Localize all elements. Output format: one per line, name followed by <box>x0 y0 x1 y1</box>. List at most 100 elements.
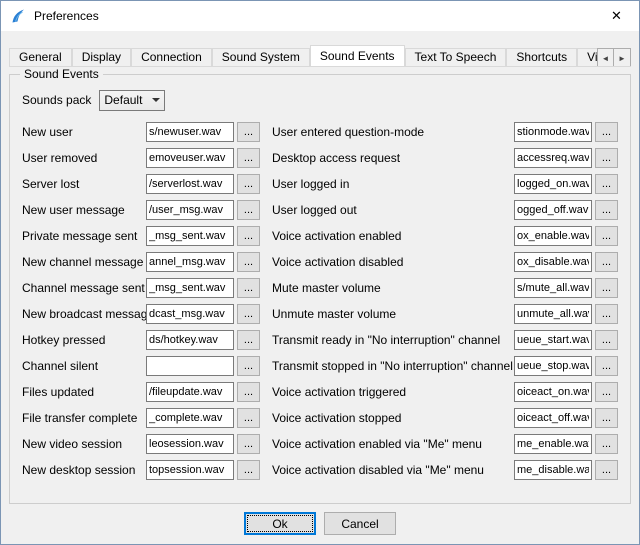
sound-file-input[interactable] <box>146 252 234 272</box>
sound-file-input[interactable] <box>146 226 234 246</box>
browse-button[interactable]: ... <box>237 434 260 454</box>
row-user-removed: User removed ... <box>22 145 260 171</box>
sound-events-columns: New user ... User removed ... Server los… <box>22 119 618 483</box>
browse-button[interactable]: ... <box>237 460 260 480</box>
sound-file-input[interactable] <box>146 278 234 298</box>
row-question-mode: User entered question-mode ... <box>272 119 618 145</box>
sound-file-input[interactable] <box>146 434 234 454</box>
tab-scroll-control: ◄ ► <box>597 48 631 67</box>
sound-file-input[interactable] <box>514 460 592 480</box>
tab-sound-events[interactable]: Sound Events <box>310 45 405 67</box>
event-label: User logged in <box>272 177 514 191</box>
browse-button[interactable]: ... <box>595 174 618 194</box>
sound-file-input[interactable] <box>146 304 234 324</box>
sound-file-input[interactable] <box>514 226 592 246</box>
row-server-lost: Server lost ... <box>22 171 260 197</box>
browse-button[interactable]: ... <box>237 278 260 298</box>
browse-button[interactable]: ... <box>595 304 618 324</box>
event-label: New user <box>22 125 146 139</box>
sound-file-input[interactable] <box>146 356 234 376</box>
tab-scroll-right-icon[interactable]: ► <box>614 48 631 67</box>
tab-strip: GeneralDisplayConnectionSound SystemSoun… <box>9 45 631 67</box>
row-new-user: New user ... <box>22 119 260 145</box>
row-mute-master-volume: Mute master volume ... <box>272 275 618 301</box>
tab-connection[interactable]: Connection <box>131 48 212 67</box>
row-new-desktop-session: New desktop session ... <box>22 457 260 483</box>
preferences-window: Preferences ✕ GeneralDisplayConnectionSo… <box>0 0 640 545</box>
event-label: Transmit stopped in "No interruption" ch… <box>272 359 514 373</box>
browse-button[interactable]: ... <box>237 356 260 376</box>
event-label: Voice activation enabled <box>272 229 514 243</box>
browse-button[interactable]: ... <box>237 148 260 168</box>
cancel-button[interactable]: Cancel <box>324 512 396 535</box>
row-new-broadcast-message: New broadcast message ... <box>22 301 260 327</box>
row-new-user-message: New user message ... <box>22 197 260 223</box>
browse-button[interactable]: ... <box>595 148 618 168</box>
browse-button[interactable]: ... <box>237 304 260 324</box>
browse-button[interactable]: ... <box>595 460 618 480</box>
sound-file-input[interactable] <box>146 330 234 350</box>
browse-button[interactable]: ... <box>237 408 260 428</box>
browse-button[interactable]: ... <box>595 226 618 246</box>
row-voice-activation-enabled: Voice activation enabled ... <box>272 223 618 249</box>
browse-button[interactable]: ... <box>237 174 260 194</box>
event-label: Voice activation enabled via "Me" menu <box>272 437 514 451</box>
sounds-pack-dropdown[interactable]: Default <box>99 90 165 111</box>
sound-file-input[interactable] <box>146 122 234 142</box>
sound-file-input[interactable] <box>146 408 234 428</box>
close-button[interactable]: ✕ <box>594 1 639 31</box>
sound-file-input[interactable] <box>146 382 234 402</box>
browse-button[interactable]: ... <box>595 408 618 428</box>
browse-button[interactable]: ... <box>595 252 618 272</box>
sound-file-input[interactable] <box>146 174 234 194</box>
browse-button[interactable]: ... <box>237 382 260 402</box>
browse-button[interactable]: ... <box>595 278 618 298</box>
sound-file-input[interactable] <box>146 200 234 220</box>
row-voice-activation-disabled-me-menu: Voice activation disabled via "Me" menu … <box>272 457 618 483</box>
row-new-video-session: New video session ... <box>22 431 260 457</box>
browse-button[interactable]: ... <box>595 382 618 402</box>
sound-file-input[interactable] <box>514 330 592 350</box>
sound-file-input[interactable] <box>146 460 234 480</box>
row-file-transfer-complete: File transfer complete ... <box>22 405 260 431</box>
browse-button[interactable]: ... <box>595 330 618 350</box>
sound-file-input[interactable] <box>514 174 592 194</box>
event-label: New broadcast message <box>22 307 146 321</box>
tab-general[interactable]: General <box>9 48 72 67</box>
tab-sound-system[interactable]: Sound System <box>212 48 310 67</box>
sound-file-input[interactable] <box>514 382 592 402</box>
sound-file-input[interactable] <box>514 304 592 324</box>
sound-file-input[interactable] <box>146 148 234 168</box>
row-new-channel-message: New channel message ... <box>22 249 260 275</box>
sound-file-input[interactable] <box>514 408 592 428</box>
sounds-pack-row: Sounds pack Default <box>22 89 618 111</box>
sound-file-input[interactable] <box>514 148 592 168</box>
browse-button[interactable]: ... <box>237 226 260 246</box>
event-label: New user message <box>22 203 146 217</box>
sound-file-input[interactable] <box>514 278 592 298</box>
row-channel-silent: Channel silent ... <box>22 353 260 379</box>
browse-button[interactable]: ... <box>595 122 618 142</box>
browse-button[interactable]: ... <box>237 330 260 350</box>
sound-file-input[interactable] <box>514 252 592 272</box>
sound-file-input[interactable] <box>514 434 592 454</box>
event-label: User entered question-mode <box>272 125 514 139</box>
tab-display[interactable]: Display <box>72 48 131 67</box>
ok-button[interactable]: Ok <box>244 512 316 535</box>
sound-file-input[interactable] <box>514 356 592 376</box>
row-voice-activation-disabled: Voice activation disabled ... <box>272 249 618 275</box>
browse-button[interactable]: ... <box>237 200 260 220</box>
tab-text-to-speech[interactable]: Text To Speech <box>405 48 507 67</box>
browse-button[interactable]: ... <box>595 200 618 220</box>
browse-button[interactable]: ... <box>237 122 260 142</box>
sound-file-input[interactable] <box>514 122 592 142</box>
browse-button[interactable]: ... <box>595 356 618 376</box>
browse-button[interactable]: ... <box>237 252 260 272</box>
row-hotkey-pressed: Hotkey pressed ... <box>22 327 260 353</box>
tab-scroll-left-icon[interactable]: ◄ <box>597 48 614 67</box>
event-label: Private message sent <box>22 229 146 243</box>
tab-shortcuts[interactable]: Shortcuts <box>506 48 577 67</box>
sound-file-input[interactable] <box>514 200 592 220</box>
sounds-pack-value: Default <box>104 93 149 107</box>
browse-button[interactable]: ... <box>595 434 618 454</box>
